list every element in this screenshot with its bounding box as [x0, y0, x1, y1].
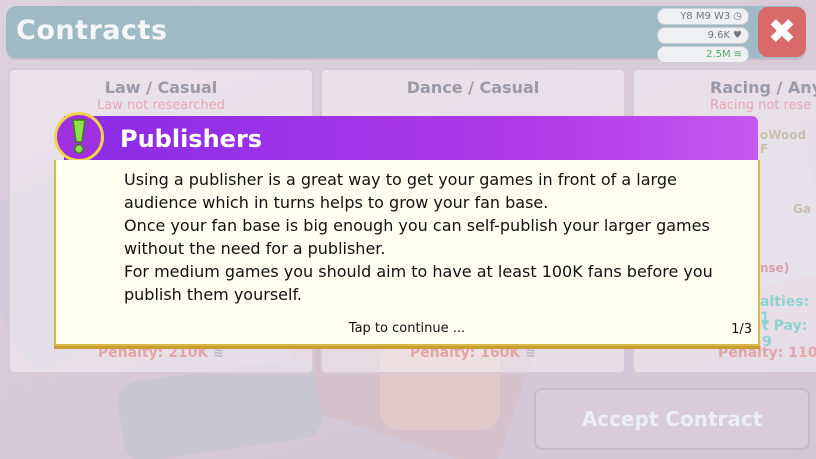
- stats-panel: Y8 M9 W3 ◷ 9.6K ♥ 2.5M ≋: [657, 8, 749, 65]
- page-indicator: 1/3: [731, 322, 752, 337]
- publisher-fragment: oWood F: [760, 128, 807, 156]
- tutorial-popup[interactable]: Publishers Using a publisher is a great …: [54, 112, 760, 346]
- accept-contract-button[interactable]: Accept Contract: [534, 388, 810, 450]
- popup-line: For medium games you should aim to have …: [124, 262, 713, 304]
- popup-message: Using a publisher is a great way to get …: [124, 168, 744, 306]
- popup-header: Publishers: [64, 116, 758, 162]
- exclamation-icon: [54, 112, 104, 162]
- heart-icon: ♥: [733, 30, 742, 41]
- exclamation-glyph: [72, 119, 86, 154]
- fans-stat: 9.6K ♥: [657, 27, 749, 44]
- tap-to-continue[interactable]: Tap to continue ...: [54, 321, 760, 336]
- date-stat: Y8 M9 W3 ◷: [657, 8, 749, 25]
- page-title: Contracts: [16, 15, 168, 46]
- contract-note: Law not researched: [97, 98, 225, 113]
- date-value: Y8 M9 W3: [680, 11, 731, 22]
- coins-icon: ≋: [213, 346, 225, 361]
- popup-line: Once your fan base is big enough you can…: [124, 216, 710, 258]
- contract-title: Law / Casual: [104, 78, 218, 97]
- coins-icon: ≋: [733, 49, 742, 60]
- popup-line: Using a publisher is a great way to get …: [124, 170, 677, 212]
- coins-icon: ≋: [525, 346, 537, 361]
- close-icon: ✖: [767, 12, 797, 52]
- fans-value: 9.6K: [707, 30, 731, 41]
- penalty-text: Penalty: 210K: [97, 345, 209, 361]
- penalty-text: Penalty: 160K: [409, 345, 521, 361]
- popup-title: Publishers: [120, 125, 263, 153]
- genre-fragment: Ga: [793, 202, 811, 216]
- close-button[interactable]: ✖: [758, 7, 806, 57]
- contract-title: Racing / Any: [710, 78, 816, 97]
- money-stat: 2.5M ≋: [657, 46, 749, 63]
- contract-penalty: Penalty: 210K ≋: [10, 345, 312, 361]
- money-value: 2.5M: [706, 49, 731, 60]
- contract-title: Dance / Casual: [406, 78, 540, 97]
- license-fragment: nse): [760, 261, 790, 275]
- clock-icon: ◷: [733, 11, 742, 22]
- contract-penalty: Penalty: 160K ≋: [322, 345, 624, 361]
- contract-note: Racing not rese: [710, 98, 812, 113]
- upfront-pay-fragment: t Pay: 9: [762, 318, 808, 350]
